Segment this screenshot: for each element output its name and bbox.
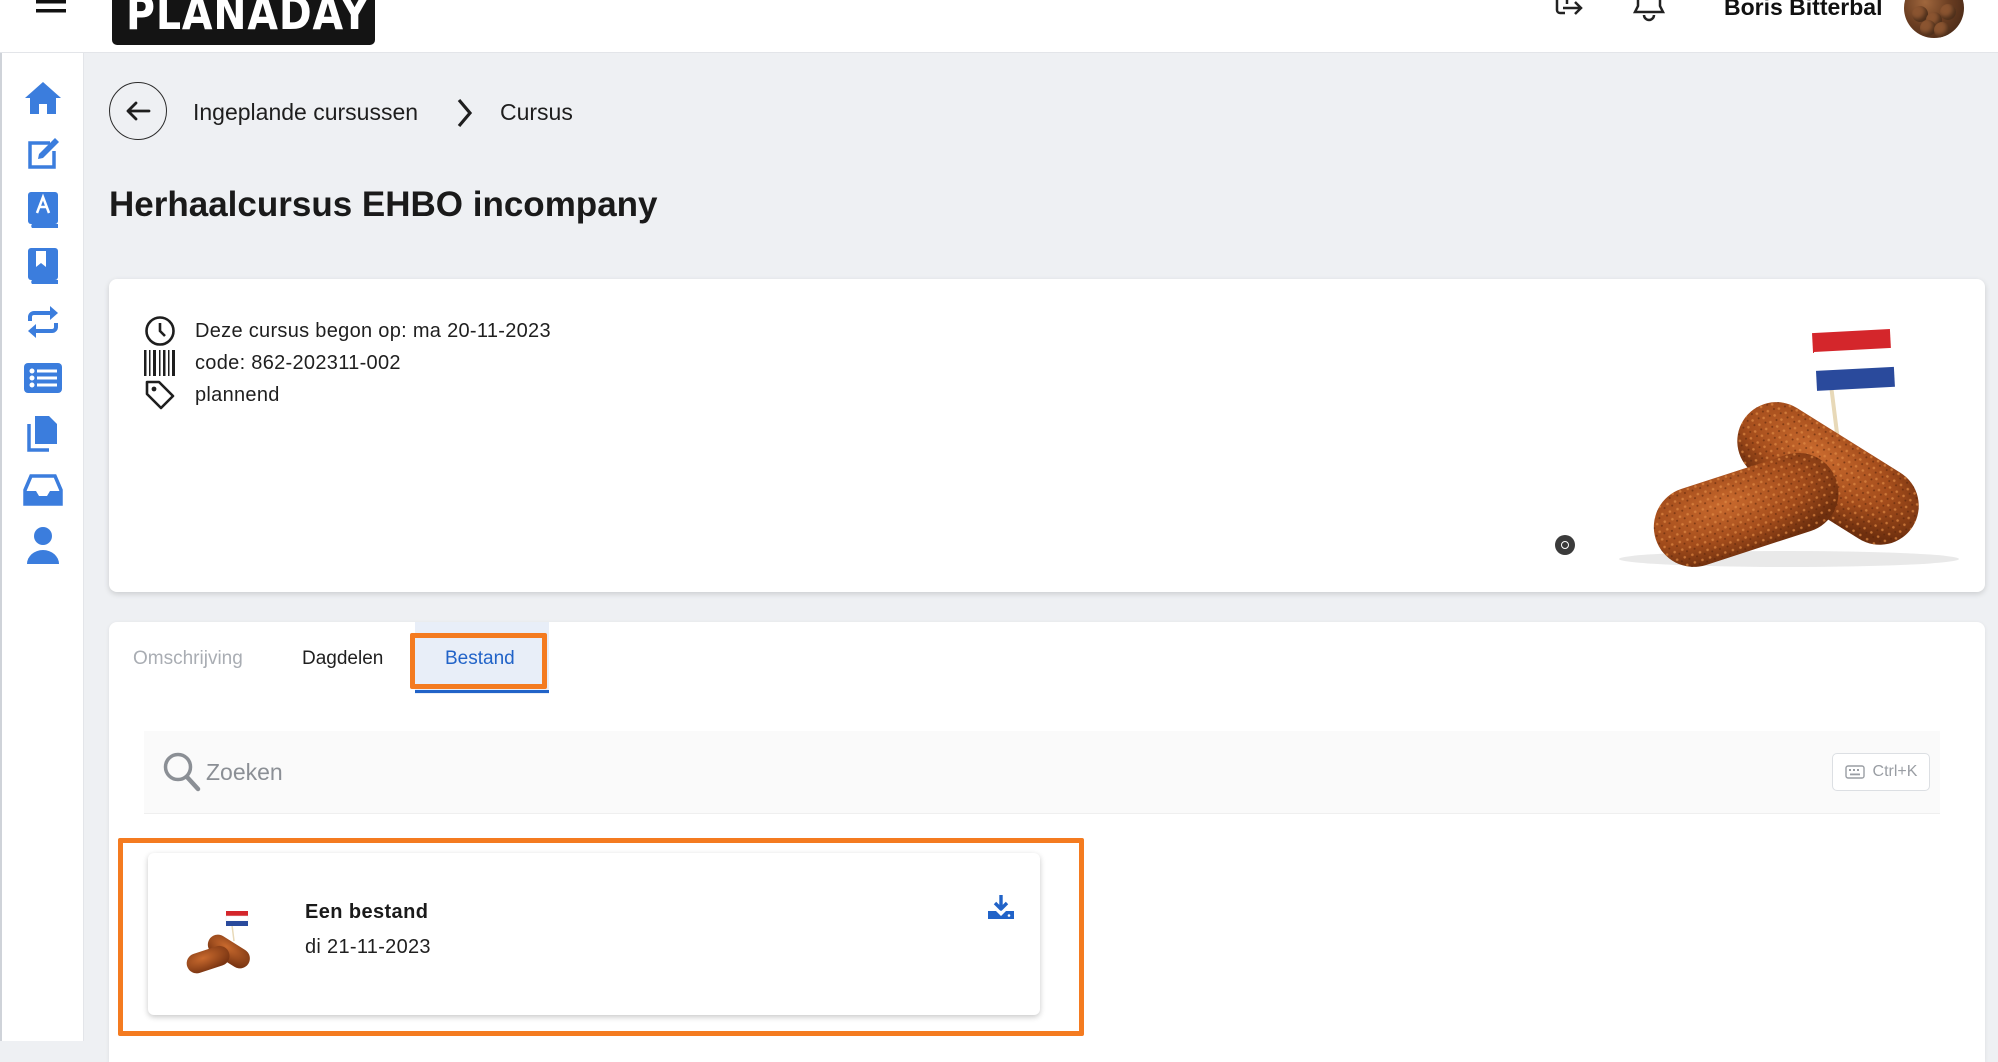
bell-icon[interactable] <box>1632 0 1666 26</box>
search-bar: Ctrl+K <box>144 731 1940 814</box>
tab-active-indicator <box>415 690 549 693</box>
tab-dagdelen[interactable]: Dagdelen <box>302 648 383 670</box>
menu-icon[interactable] <box>30 0 72 24</box>
sidebar-item-edit[interactable] <box>23 134 63 174</box>
logout-icon[interactable] <box>1553 0 1585 24</box>
course-status-text: plannend <box>195 383 280 406</box>
course-start-text: Deze cursus begon op: ma 20-11-2023 <box>195 319 551 342</box>
file-thumbnail <box>170 903 260 975</box>
tab-omschrijving[interactable]: Omschrijving <box>133 648 243 670</box>
barcode-icon <box>143 347 177 379</box>
sidebar-item-list[interactable] <box>23 358 63 398</box>
arrow-left-icon <box>126 101 151 121</box>
course-code-row: code: 862-202311-002 <box>143 347 401 379</box>
chevron-right-icon <box>454 96 476 130</box>
course-code-text: code: 862-202311-002 <box>195 351 401 374</box>
book-icon <box>28 192 58 228</box>
course-info-card: Deze cursus begon op: ma 20-11-2023 code… <box>109 279 1985 592</box>
course-status-row: plannend <box>143 379 280 411</box>
search-icon <box>162 751 202 793</box>
sidebar-item-user[interactable] <box>23 526 63 566</box>
avatar[interactable] <box>1904 0 1964 38</box>
search-input[interactable] <box>206 753 806 791</box>
repeat-icon <box>28 306 58 338</box>
breadcrumb-item-ingeplande-cursussen[interactable]: Ingeplande cursussen <box>193 99 418 126</box>
search-shortcut-label: Ctrl+K <box>1872 763 1918 780</box>
list-icon <box>24 363 62 393</box>
clock-icon <box>143 315 177 347</box>
sidebar-item-repeat[interactable] <box>23 302 63 342</box>
home-icon <box>25 82 61 114</box>
course-image <box>1599 309 1979 569</box>
search-shortcut-hint: Ctrl+K <box>1832 753 1930 791</box>
top-bar: PLANADAY Boris Bitterbal <box>0 0 1998 53</box>
breadcrumb-item-cursus: Cursus <box>500 99 573 125</box>
change-image-icon[interactable] <box>1555 535 1575 555</box>
sidebar-item-home[interactable] <box>23 78 63 118</box>
sidebar-item-book[interactable] <box>23 190 63 230</box>
tag-icon <box>143 379 177 411</box>
download-icon[interactable] <box>986 893 1016 923</box>
file-name: Een bestand <box>305 901 429 923</box>
highlight-tab-box <box>410 633 547 689</box>
inbox-icon <box>23 474 63 506</box>
sidebar-item-copy[interactable] <box>23 414 63 454</box>
user-icon <box>27 527 59 564</box>
file-date: di 21-11-2023 <box>305 936 431 958</box>
copy-icon <box>27 416 57 452</box>
keyboard-icon <box>1844 765 1865 779</box>
bookmark-book-icon <box>28 248 58 284</box>
file-card[interactable]: Een bestand di 21-11-2023 <box>148 853 1040 1015</box>
course-start-row: Deze cursus begon op: ma 20-11-2023 <box>143 315 551 347</box>
page-title: Herhaalcursus EHBO incompany <box>109 185 658 224</box>
user-name[interactable]: Boris Bitterbal <box>1724 0 1882 21</box>
sidebar-item-inbox[interactable] <box>23 470 63 510</box>
planaday-logo[interactable]: PLANADAY <box>112 0 375 45</box>
edit-icon <box>28 138 59 169</box>
sidebar <box>0 53 84 1041</box>
back-button[interactable] <box>109 82 167 140</box>
sidebar-item-bookmark-book[interactable] <box>23 246 63 286</box>
